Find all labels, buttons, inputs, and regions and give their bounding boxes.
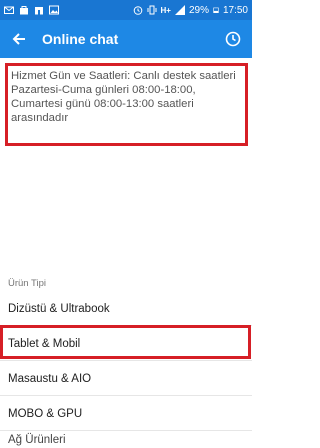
- list-item-network[interactable]: Ağ Ürünleri: [0, 432, 252, 448]
- status-notifications: [4, 5, 59, 15]
- list-item-label: Ağ Ürünleri: [8, 434, 66, 446]
- clock-icon: [225, 31, 241, 47]
- list-item-tablet-mobile[interactable]: Tablet & Mobil: [0, 327, 252, 361]
- image-icon: [49, 5, 59, 15]
- battery-icon: [213, 7, 219, 13]
- status-bar: H+ 29% 17:50: [0, 0, 252, 20]
- back-button[interactable]: [0, 20, 38, 58]
- app-bar: Online chat: [0, 20, 252, 58]
- clock: 17:50: [222, 4, 248, 16]
- arrow-left-icon: [12, 33, 25, 45]
- battery-percent: 29%: [188, 4, 209, 16]
- service-hours-text: Hizmet Gün ve Saatleri: Canlı destek saa…: [11, 70, 236, 124]
- service-hours-notice: Hizmet Gün ve Saatleri: Canlı destek saa…: [5, 63, 248, 146]
- bag-icon: [20, 6, 28, 15]
- product-type-label: Ürün Tipi: [8, 278, 47, 289]
- list-item-desktop[interactable]: Masaustu & AIO: [0, 362, 252, 396]
- page-title: Online chat: [42, 31, 119, 47]
- signal-icon: [174, 5, 185, 15]
- list-item-label: Dizüstü & Ultrabook: [8, 302, 110, 315]
- list-item-label: Masaustu & AIO: [8, 372, 92, 385]
- history-button[interactable]: [214, 20, 252, 58]
- vibrate-icon: [147, 5, 156, 15]
- email-icon: [4, 6, 14, 14]
- list-item-label: MOBO & GPU: [8, 407, 83, 420]
- status-system: H+ 29% 17:50: [133, 4, 248, 16]
- list-item-laptop[interactable]: Dizüstü & Ultrabook: [0, 292, 252, 326]
- list-item-mobo-gpu[interactable]: MOBO & GPU: [0, 397, 252, 431]
- shop-icon: [35, 7, 43, 15]
- alarm-icon: [133, 6, 142, 15]
- list-item-label: Tablet & Mobil: [8, 337, 81, 350]
- network-type-label: H+: [160, 5, 171, 15]
